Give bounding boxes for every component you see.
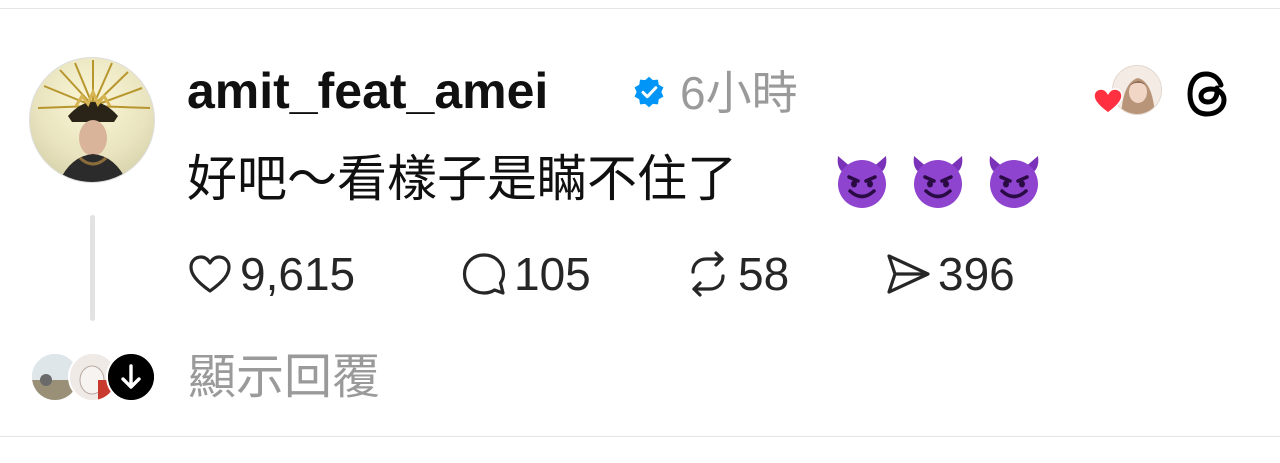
comment-bubble-icon <box>462 253 506 295</box>
smiling-devil-emoji <box>913 156 963 208</box>
arrow-down-icon <box>108 354 154 400</box>
threads-post: amit_feat_amei 6小時 好吧～看樣子是瞞不住了 9,615 105… <box>0 0 1280 463</box>
show-more-arrow-button[interactable] <box>106 352 156 402</box>
share-count: 396 <box>938 248 1015 300</box>
send-icon <box>887 254 930 294</box>
heart-icon <box>189 255 231 293</box>
smiling-devil-emoji <box>837 156 887 208</box>
share-button[interactable]: 396 <box>884 244 1015 304</box>
author-avatar[interactable] <box>29 57 155 183</box>
thread-line <box>90 215 95 321</box>
emoji-row <box>830 148 1046 212</box>
post-text: 好吧～看樣子是瞞不住了 <box>187 150 737 208</box>
repost-count: 58 <box>738 248 790 300</box>
comment-count: 105 <box>514 248 591 300</box>
repost-button[interactable]: 58 <box>684 244 789 304</box>
like-button[interactable]: 9,615 <box>186 244 355 304</box>
show-replies-link[interactable]: 顯示回覆 <box>188 344 380 410</box>
author-avatar-image <box>37 60 151 182</box>
username[interactable]: amit_feat_amei <box>187 58 548 124</box>
liked-heart-icon <box>1093 88 1123 114</box>
bottom-divider <box>0 436 1280 437</box>
top-divider <box>0 8 1280 9</box>
comment-button[interactable]: 105 <box>460 244 591 304</box>
verified-badge-icon <box>634 76 664 108</box>
repost-icon <box>691 251 725 297</box>
like-count: 9,615 <box>240 248 356 300</box>
threads-logo-icon[interactable] <box>1184 68 1236 120</box>
post-timestamp: 6小時 <box>680 67 798 119</box>
smiling-devil-emoji <box>989 156 1039 208</box>
